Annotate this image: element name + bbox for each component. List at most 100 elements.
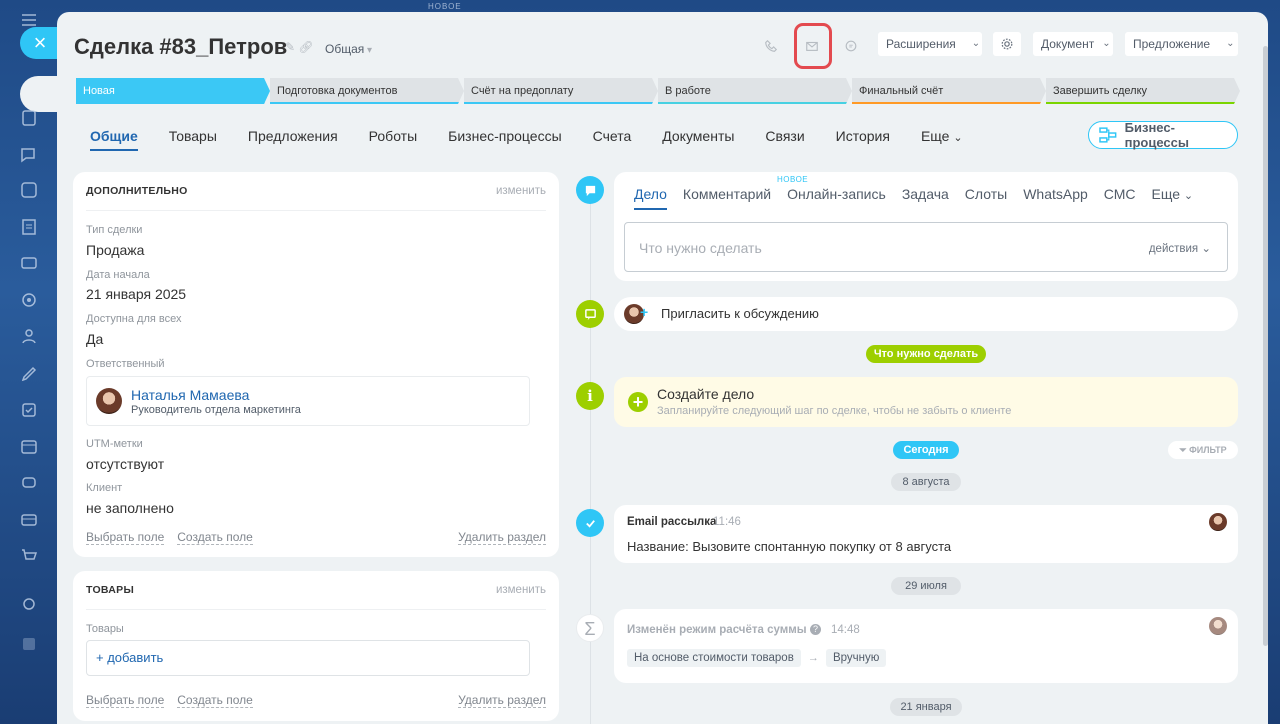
stage-final-invoice[interactable]: Финальный счёт — [852, 78, 1046, 104]
sum-event-card[interactable]: Изменён режим расчёта суммы ? 14:48 На о… — [614, 609, 1238, 683]
tab-robots[interactable]: Роботы — [369, 128, 417, 152]
arrow-right-icon: → — [807, 652, 819, 664]
tab-invoices[interactable]: Счета — [593, 128, 632, 152]
edit-title-icon[interactable]: ✎ 🔗︎ — [285, 40, 314, 54]
check-icon[interactable] — [19, 400, 39, 420]
settings-rail-icon[interactable] — [19, 594, 39, 614]
help-icon[interactable]: ? — [810, 624, 821, 635]
activity-tab-more[interactable]: Еще ⌄ — [1152, 186, 1194, 202]
responsible-user[interactable]: Наталья Мамаева Руководитель отдела марк… — [86, 376, 530, 426]
todo-input[interactable]: Что нужно сделать действия ⌄ — [624, 222, 1228, 272]
tab-history[interactable]: История — [836, 128, 890, 152]
business-processes-label: Бизнес-процессы — [1124, 120, 1189, 150]
tab-proposals[interactable]: Предложения — [248, 128, 338, 152]
plus-circle-icon[interactable]: + — [628, 392, 648, 412]
email-event-card[interactable]: Email рассылка 11:46 Название: Вызовите … — [614, 505, 1238, 563]
proposal-button[interactable]: Предложение ⌄ — [1125, 32, 1238, 56]
page-title: Сделка #83_Петров — [74, 34, 288, 59]
groups-icon[interactable] — [19, 180, 39, 200]
responsible-name[interactable]: Наталья Мамаева — [131, 387, 249, 403]
tab-more[interactable]: Еще ⌄ — [921, 128, 963, 152]
stage-new[interactable]: Новая — [76, 78, 270, 104]
extensions-button[interactable]: Расширения ⌄ — [878, 32, 982, 56]
info-dot-icon: i — [576, 382, 604, 410]
add-product-button[interactable]: + добавить — [86, 640, 530, 676]
business-process-icon — [1099, 127, 1117, 143]
field-value-deal-type[interactable]: Продажа — [86, 242, 144, 258]
tab-more-label: Еще — [920, 128, 950, 144]
stage-in-work[interactable]: В работе — [658, 78, 852, 104]
create-field-link[interactable]: Создать поле — [177, 693, 253, 708]
delete-section-link[interactable]: Удалить раздел — [458, 530, 546, 545]
activity-tab-task[interactable]: Дело — [634, 186, 667, 210]
activity-tab-comment[interactable]: Комментарий — [683, 186, 771, 202]
scrollbar[interactable] — [1262, 26, 1268, 716]
event-title: Изменён режим расчёта суммы — [627, 624, 807, 636]
stage-docs-prep[interactable]: Подготовка документов — [270, 78, 464, 104]
tab-products[interactable]: Товары — [169, 128, 217, 152]
document-button[interactable]: Документ ⌄ — [1033, 32, 1113, 56]
choose-field-link[interactable]: Выбрать поле — [86, 530, 165, 545]
pipeline-selector[interactable]: Общая — [325, 42, 372, 56]
business-processes-button[interactable]: Бизнес-процессы — [1088, 120, 1238, 150]
stage-label: Финальный счёт — [859, 85, 944, 97]
choose-field-link[interactable]: Выбрать поле — [86, 693, 165, 708]
create-task-card[interactable]: + Создайте дело Запланируйте следующий ш… — [614, 377, 1238, 427]
deal-tabs: Общие Товары Предложения Роботы Бизнес-п… — [90, 128, 994, 152]
create-field-link[interactable]: Создать поле — [177, 530, 253, 545]
link-icon[interactable]: 🔗︎ — [298, 40, 313, 54]
stage-prepay-invoice[interactable]: Счёт на предоплату — [464, 78, 658, 104]
active-rail-item[interactable] — [20, 76, 58, 112]
stage-label: Новая — [83, 85, 115, 97]
apps-icon[interactable] — [19, 634, 39, 654]
open-channel-icon[interactable] — [839, 34, 863, 58]
chevron-down-icon: ⌄ — [971, 38, 981, 49]
event-time: 11:46 — [713, 516, 741, 528]
chevron-down-icon: ⌄ — [1226, 38, 1235, 49]
card-icon[interactable] — [19, 510, 39, 530]
tasks-icon[interactable] — [19, 108, 39, 128]
activity-tab-sms[interactable]: СМС — [1104, 186, 1136, 202]
activity-tab-booking[interactable]: Онлайн-запись — [787, 186, 886, 202]
field-value-available[interactable]: Да — [86, 331, 103, 347]
activity-tab-todo[interactable]: Задача — [902, 186, 949, 202]
proposal-label: Предложение — [1133, 37, 1211, 51]
activity-tab-whatsapp[interactable]: WhatsApp — [1023, 186, 1088, 202]
tab-documents[interactable]: Документы — [662, 128, 734, 152]
deal-slider: Сделка #83_Петров ✎ 🔗︎ Общая Расширения ⌄… — [57, 12, 1268, 724]
actions-label: действия — [1148, 243, 1199, 255]
activity-dot-icon — [576, 176, 604, 204]
close-slider-button[interactable]: × — [20, 27, 60, 59]
field-label: Товары — [86, 623, 124, 635]
filter-button[interactable]: ⏷ ФИЛЬТР — [1168, 441, 1238, 459]
chat-icon[interactable] — [19, 145, 39, 165]
edit-link[interactable]: изменить — [496, 185, 546, 197]
robot-icon[interactable] — [19, 472, 39, 492]
gear-icon[interactable] — [993, 32, 1021, 56]
field-value-utm[interactable]: отсутствуют — [86, 456, 164, 472]
field-value-start-date[interactable]: 21 января 2025 — [86, 286, 186, 302]
extensions-label: Расширения — [886, 37, 956, 51]
calendar-icon[interactable] — [19, 436, 39, 456]
field-value-client[interactable]: не заполнено — [86, 500, 174, 516]
sign-icon[interactable] — [19, 364, 39, 384]
today-pill: Сегодня — [893, 441, 959, 459]
tab-links[interactable]: Связи — [765, 128, 804, 152]
contacts-icon[interactable] — [19, 326, 39, 346]
document-label: Документ — [1041, 37, 1095, 51]
stage-close-deal[interactable]: Завершить сделку — [1046, 78, 1240, 104]
activity-tab-slots[interactable]: Слоты — [965, 186, 1007, 202]
edit-link[interactable]: изменить — [496, 584, 546, 596]
tab-business-processes[interactable]: Бизнес-процессы — [448, 128, 561, 152]
cart-icon[interactable] — [19, 546, 39, 566]
docs-icon[interactable] — [19, 217, 39, 237]
target-icon[interactable] — [19, 290, 39, 310]
crm-icon[interactable] — [19, 253, 39, 273]
invite-discussion[interactable]: + Пригласить к обсуждению — [614, 297, 1238, 331]
field-label: Ответственный — [86, 358, 165, 370]
delete-section-link[interactable]: Удалить раздел — [458, 693, 546, 708]
chat-dot-icon — [576, 300, 604, 328]
tab-general[interactable]: Общие — [90, 128, 138, 152]
phone-icon[interactable] — [759, 34, 783, 58]
actions-dropdown[interactable]: действия ⌄ — [1149, 241, 1211, 255]
